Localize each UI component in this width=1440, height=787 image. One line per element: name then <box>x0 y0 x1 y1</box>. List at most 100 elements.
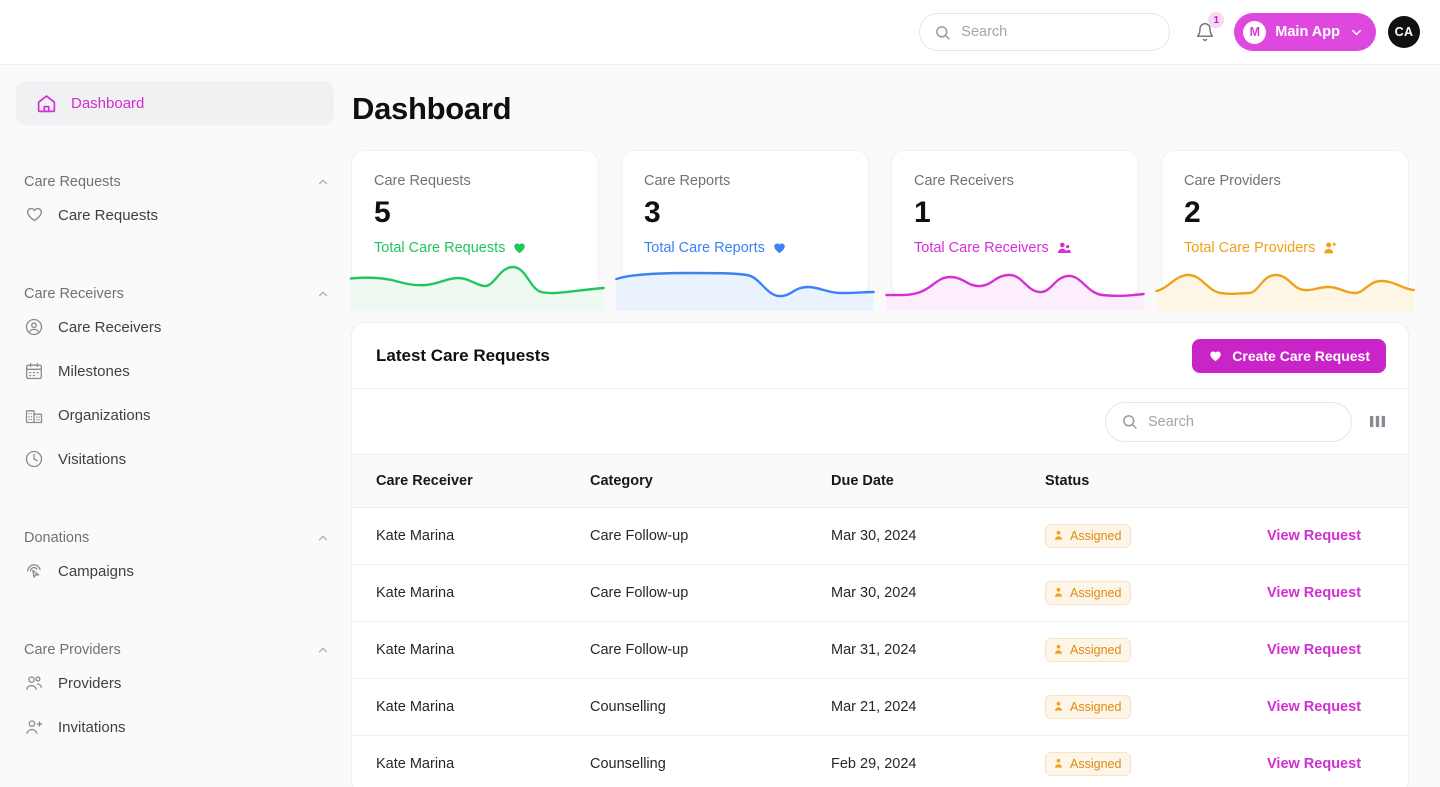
heart-icon <box>1208 348 1223 363</box>
global-search[interactable] <box>919 13 1171 51</box>
stat-cards: Care Requests 5 Total Care Requests Care… <box>350 151 1415 311</box>
table-row[interactable]: Kate Marina Care Follow-up Mar 30, 2024 … <box>352 507 1408 565</box>
heart-icon <box>772 240 787 255</box>
chevron-down-icon <box>1349 25 1364 40</box>
column-header-status[interactable]: Status <box>1045 455 1267 508</box>
status-badge: Assigned <box>1045 694 1132 719</box>
cell-status: Assigned <box>1045 735 1267 787</box>
sidebar-item-invitations[interactable]: Invitations <box>0 705 350 749</box>
chevron-up-icon <box>316 175 330 189</box>
sparkline-care-providers <box>1155 259 1415 311</box>
top-header: 1 M Main App CA <box>0 0 1440 65</box>
table-row[interactable]: Kate Marina Care Follow-up Mar 31, 2024 … <box>352 621 1408 679</box>
sidebar-group-care-providers[interactable]: Care Providers <box>0 639 350 661</box>
app-avatar: M <box>1243 20 1267 44</box>
sidebar-group-care-receivers[interactable]: Care Receivers <box>0 283 350 305</box>
sidebar-item-label: Care Receivers <box>58 318 162 336</box>
column-settings-button[interactable] <box>1364 409 1390 435</box>
sparkline-care-receivers <box>885 259 1145 311</box>
sidebar-item-milestones[interactable]: Milestones <box>0 349 350 393</box>
cell-care-receiver: Kate Marina <box>352 621 590 679</box>
sidebar-item-organizations[interactable]: Organizations <box>0 393 350 437</box>
building-icon <box>24 405 44 425</box>
stat-card-care-receivers[interactable]: Care Receivers 1 Total Care Receivers <box>885 151 1145 311</box>
clock-icon <box>24 449 44 469</box>
table-search-input[interactable] <box>1148 413 1336 430</box>
heart-icon <box>24 205 44 225</box>
sidebar-item-providers[interactable]: Providers <box>0 661 350 705</box>
person-icon <box>1053 701 1064 712</box>
cell-category: Care Follow-up <box>590 621 831 679</box>
app-switcher-button[interactable]: M Main App <box>1234 13 1376 51</box>
stat-card-footer: Total Care Reports <box>644 239 765 256</box>
sidebar-item-label: Invitations <box>58 718 126 736</box>
cell-status: Assigned <box>1045 507 1267 565</box>
table-search[interactable] <box>1105 401 1352 442</box>
users-icon <box>24 673 44 693</box>
search-icon <box>934 24 951 41</box>
table-row[interactable]: Kate Marina Counselling Mar 21, 2024 Ass… <box>352 678 1408 736</box>
users-icon <box>1056 240 1072 256</box>
cell-actions: View Request <box>1267 621 1408 679</box>
sidebar-item-visitations[interactable]: Visitations <box>0 437 350 481</box>
search-input[interactable] <box>961 24 1156 40</box>
stat-card-footer: Total Care Providers <box>1184 239 1316 256</box>
sidebar-item-campaigns[interactable]: Campaigns <box>0 549 350 593</box>
cell-due-date: Mar 30, 2024 <box>831 564 1045 622</box>
user-plus-icon <box>24 717 44 737</box>
sidebar: Dashboard Care Requests Care Requests Ca… <box>0 65 350 787</box>
cell-due-date: Mar 30, 2024 <box>831 507 1045 565</box>
view-request-link[interactable]: View Request <box>1267 528 1361 544</box>
sidebar-group-label: Donations <box>24 530 90 546</box>
view-request-link[interactable]: View Request <box>1267 585 1361 601</box>
sidebar-group-care-requests[interactable]: Care Requests <box>0 171 350 193</box>
column-header-care-receiver[interactable]: Care Receiver <box>352 455 590 508</box>
stat-card-value: 2 <box>1184 196 1201 229</box>
care-requests-table: Care Receiver Category Due Date Status K… <box>352 455 1408 787</box>
panel-header: Latest Care Requests Create Care Request <box>352 323 1408 389</box>
sidebar-item-care-requests[interactable]: Care Requests <box>0 193 350 237</box>
stat-card-care-providers[interactable]: Care Providers 2 Total Care Providers <box>1155 151 1415 311</box>
notifications-button[interactable]: 1 <box>1188 12 1225 49</box>
sidebar-item-label: Care Requests <box>58 206 159 224</box>
sparkline-care-requests <box>350 259 605 311</box>
stat-card-value: 5 <box>374 196 391 229</box>
table-header-row: Care Receiver Category Due Date Status <box>352 455 1408 508</box>
sidebar-group-label: Care Providers <box>24 642 121 658</box>
person-icon <box>1053 530 1064 541</box>
cell-actions: View Request <box>1267 735 1408 787</box>
status-label: Assigned <box>1070 528 1122 543</box>
table-row[interactable]: Kate Marina Care Follow-up Mar 30, 2024 … <box>352 564 1408 622</box>
stat-card-title: Care Providers <box>1184 173 1281 189</box>
status-label: Assigned <box>1070 585 1122 600</box>
sidebar-group-label: Care Receivers <box>24 286 124 302</box>
cell-category: Care Follow-up <box>590 564 831 622</box>
user-avatar[interactable]: CA <box>1388 16 1420 48</box>
sidebar-item-dashboard[interactable]: Dashboard <box>16 81 334 125</box>
stat-card-care-reports[interactable]: Care Reports 3 Total Care Reports <box>615 151 875 311</box>
panel-title: Latest Care Requests <box>376 345 550 365</box>
cell-status: Assigned <box>1045 678 1267 736</box>
view-request-link[interactable]: View Request <box>1267 699 1361 715</box>
page-title: Dashboard <box>352 91 512 126</box>
cell-status: Assigned <box>1045 621 1267 679</box>
table-row[interactable]: Kate Marina Counselling Feb 29, 2024 Ass… <box>352 735 1408 787</box>
status-badge: Assigned <box>1045 580 1132 605</box>
column-header-category[interactable]: Category <box>590 455 831 508</box>
create-care-request-button[interactable]: Create Care Request <box>1192 338 1386 373</box>
stat-card-title: Care Reports <box>644 173 731 189</box>
view-request-link[interactable]: View Request <box>1267 756 1361 772</box>
table-head: Care Receiver Category Due Date Status <box>352 455 1408 508</box>
stat-card-care-requests[interactable]: Care Requests 5 Total Care Requests <box>350 151 605 311</box>
status-label: Assigned <box>1070 756 1122 771</box>
cell-category: Care Follow-up <box>590 507 831 565</box>
main-content: Dashboard Care Requests 5 Total Care Req… <box>350 65 1440 787</box>
view-request-link[interactable]: View Request <box>1267 642 1361 658</box>
cell-status: Assigned <box>1045 564 1267 622</box>
sparkline-care-reports <box>615 259 875 311</box>
column-header-due-date[interactable]: Due Date <box>831 455 1045 508</box>
columns-icon <box>1369 413 1386 430</box>
sidebar-group-donations[interactable]: Donations <box>0 527 350 549</box>
table-toolbar <box>352 389 1408 455</box>
sidebar-item-care-receivers[interactable]: Care Receivers <box>0 305 350 349</box>
